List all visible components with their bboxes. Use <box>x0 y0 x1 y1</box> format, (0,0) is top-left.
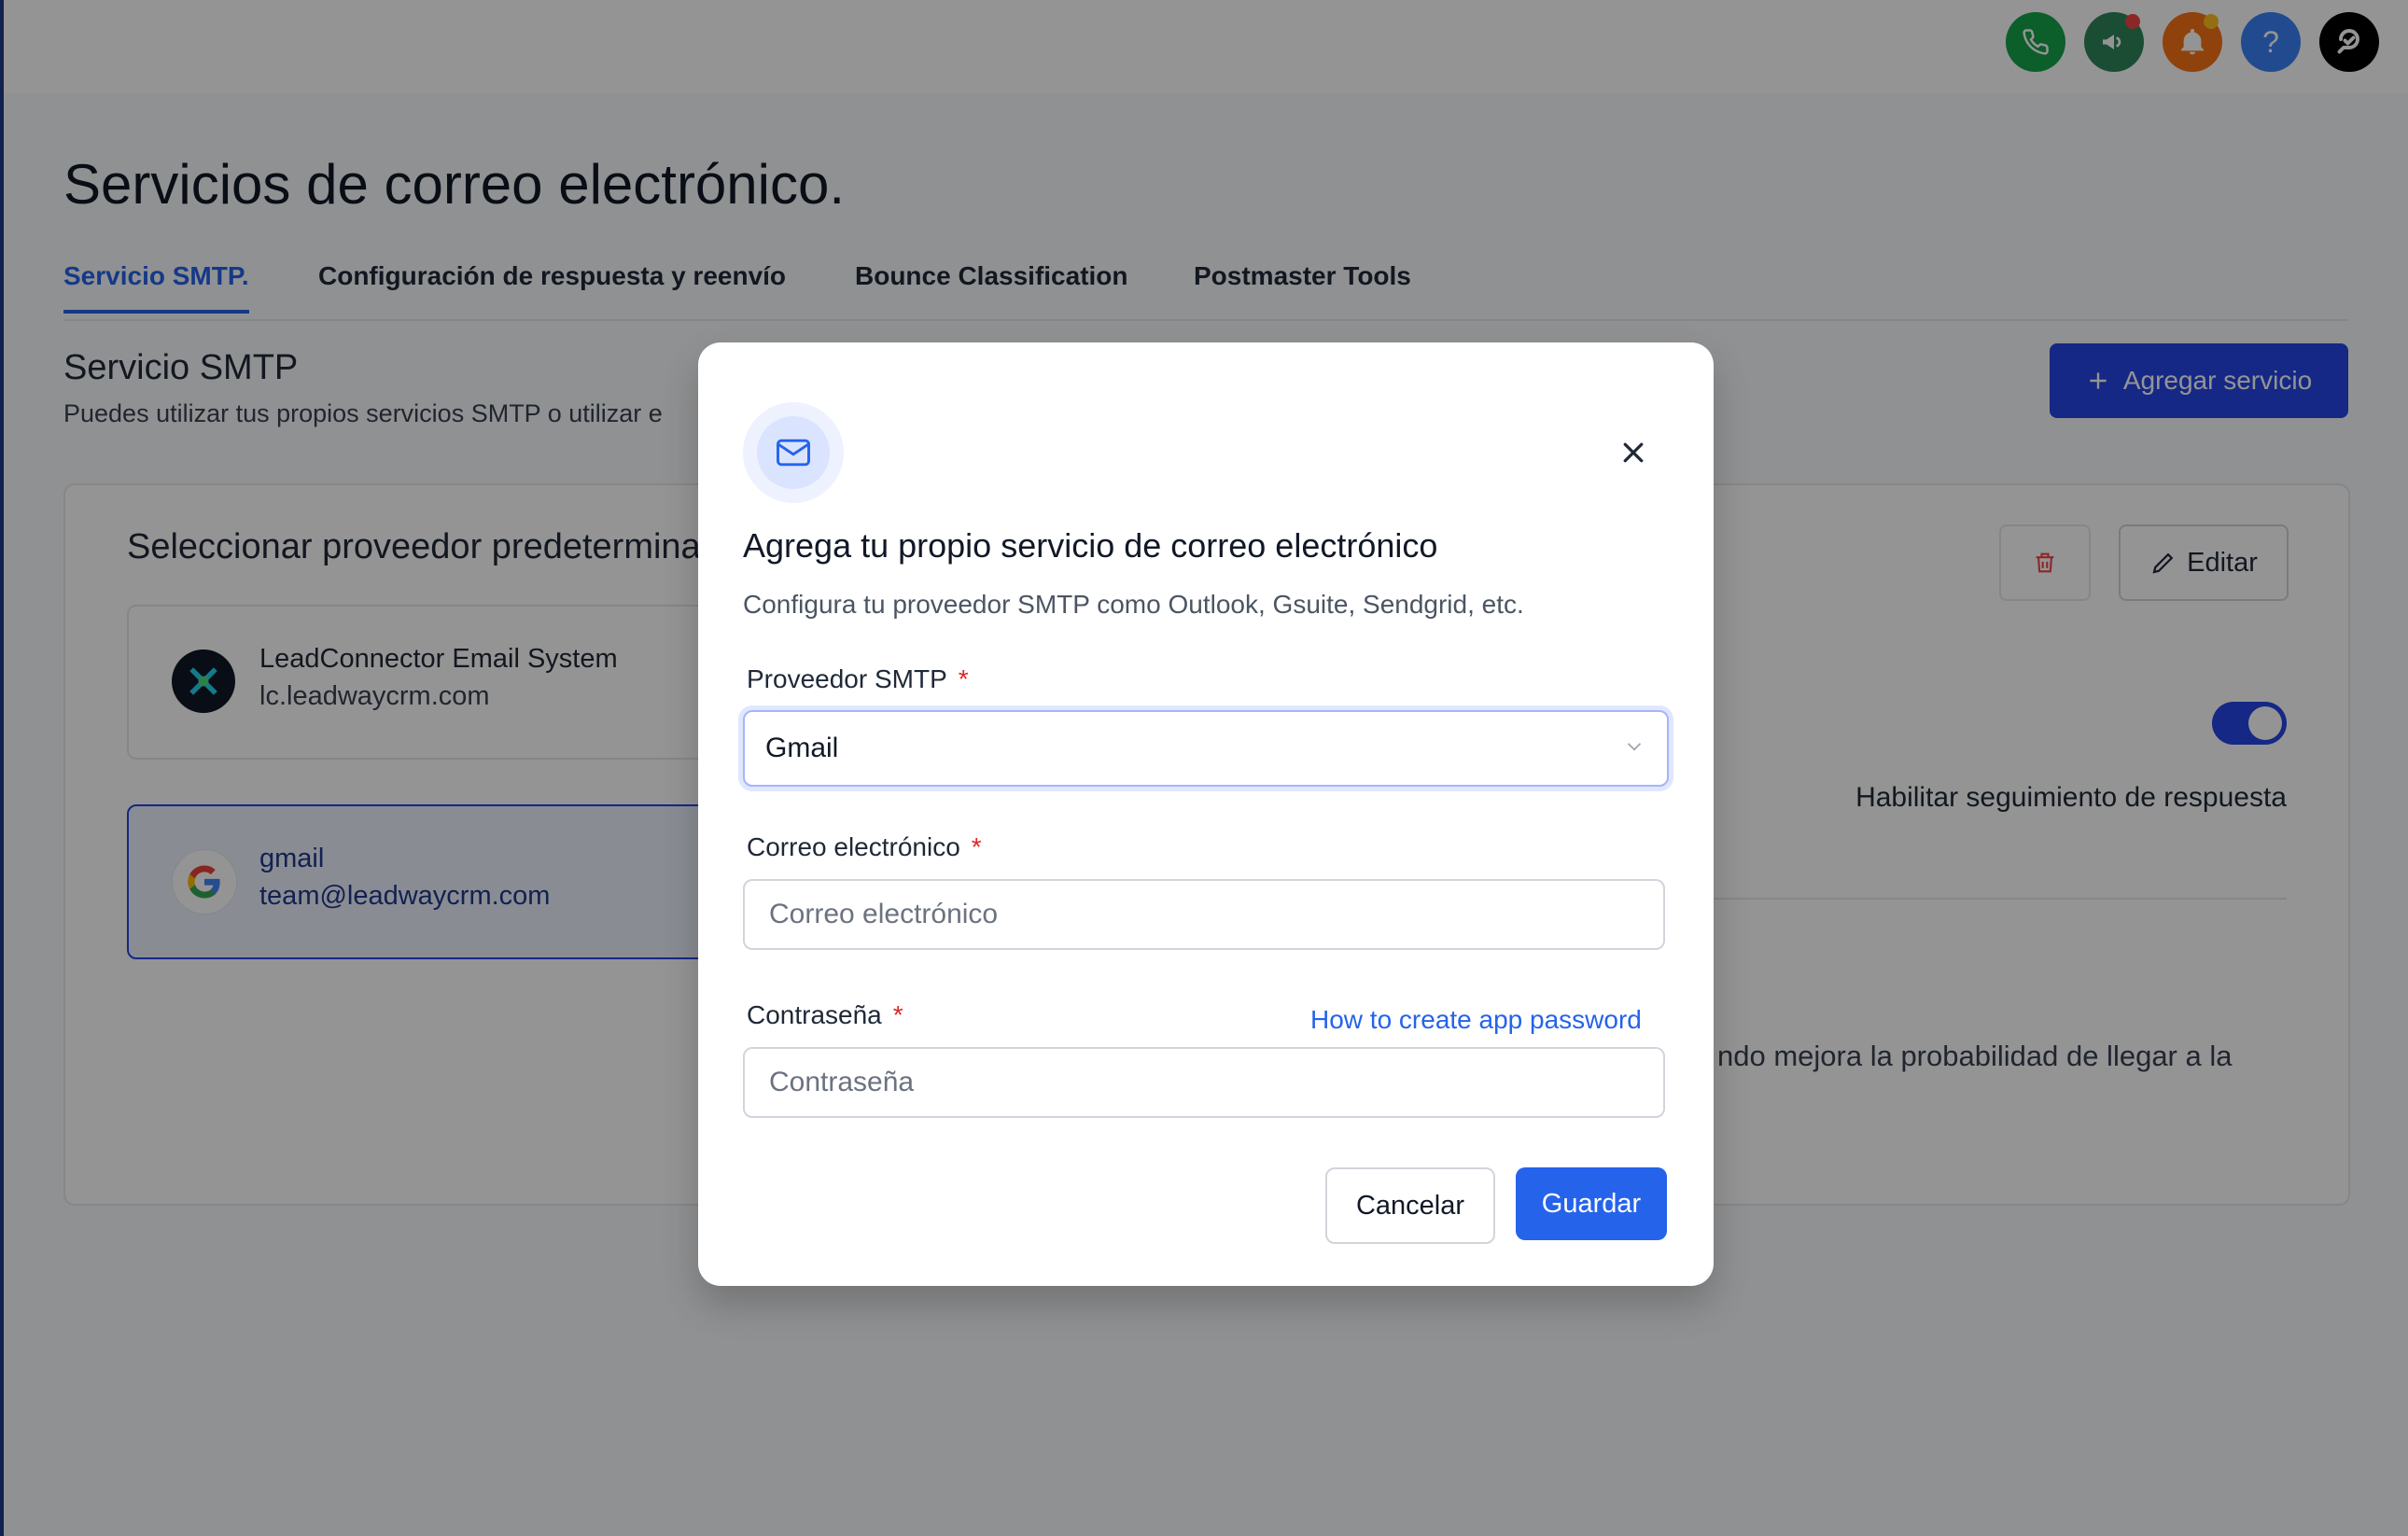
chevron-down-icon <box>1627 743 1642 751</box>
close-icon <box>1623 442 1644 463</box>
app-password-help-link[interactable]: How to create app password <box>1310 1005 1642 1035</box>
close-button[interactable] <box>1613 432 1654 473</box>
modal-icon-wrapper <box>743 402 844 503</box>
required-mark: * <box>958 664 969 693</box>
smtp-provider-value: Gmail <box>765 733 839 763</box>
modal-description: Configura tu proveedor SMTP como Outlook… <box>743 590 1524 619</box>
password-label-text: Contraseña <box>747 1000 882 1029</box>
password-label: Contraseña * <box>747 1000 903 1030</box>
email-label-text: Correo electrónico <box>747 832 960 861</box>
required-mark: * <box>971 832 982 861</box>
cancel-button[interactable]: Cancelar <box>1325 1167 1495 1244</box>
envelope-icon <box>777 439 810 467</box>
modal-title: Agrega tu propio servicio de correo elec… <box>743 526 1438 565</box>
email-field[interactable] <box>743 879 1665 950</box>
email-label: Correo electrónico * <box>747 832 982 862</box>
smtp-provider-label: Proveedor SMTP * <box>747 664 969 694</box>
save-button[interactable]: Guardar <box>1516 1167 1667 1240</box>
smtp-provider-select[interactable]: Gmail <box>743 710 1669 787</box>
password-field[interactable] <box>743 1047 1665 1118</box>
add-email-service-modal: Agrega tu propio servicio de correo elec… <box>698 342 1714 1286</box>
smtp-provider-label-text: Proveedor SMTP <box>747 664 947 693</box>
required-mark: * <box>892 1000 903 1029</box>
